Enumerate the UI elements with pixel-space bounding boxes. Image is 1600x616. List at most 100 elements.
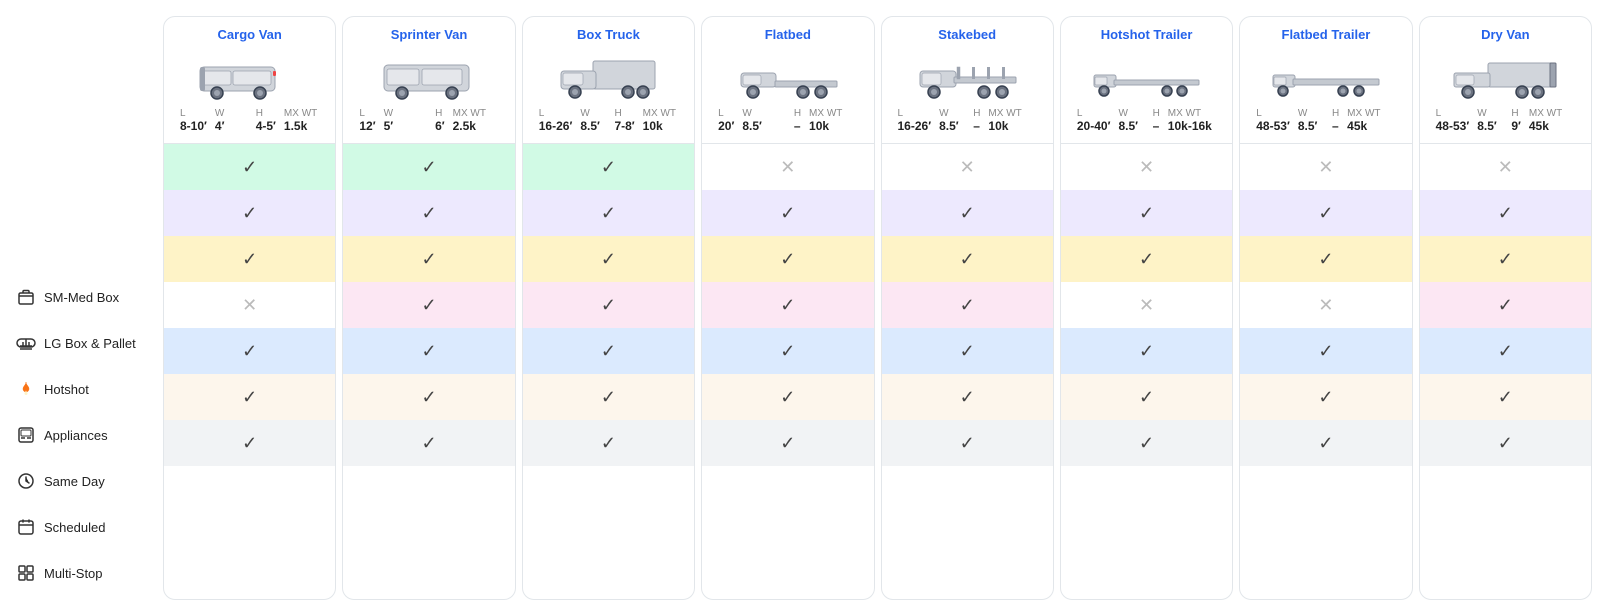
column-dry-van: Dry Van L48-53′ W8.5′ H9′ MX WT45k ✕ ✓ [1419,16,1592,600]
cell-hotshot-trailer-same-day: ✓ [1061,328,1232,374]
col-title-stakebed: Stakebed [938,27,996,42]
specs-stakebed: L16-26′ W8.5′ H– MX WT10k [890,106,1045,135]
cell-stakebed-same-day: ✓ [882,328,1053,374]
cell-box-truck-scheduled: ✓ [523,374,694,420]
multi-stop-icon [16,563,36,583]
sidebar-item-scheduled[interactable]: Scheduled [8,504,163,550]
col-header-stakebed: Stakebed L16-26′ W8.5′ H– MX WT10k [882,17,1053,144]
col-title-cargo-van: Cargo Van [218,27,282,42]
cell-flatbed-trailer-appliances: ✕ [1240,282,1411,328]
vehicle-image-stakebed [890,48,1045,100]
column-flatbed-trailer: Flatbed Trailer L48-53′ W8.5′ H– MX WT45… [1239,16,1412,600]
sidebar-item-sm-med-box[interactable]: SM-Med Box [8,274,163,320]
col-title-flatbed-trailer: Flatbed Trailer [1282,27,1371,42]
cell-stakebed-lg-box-pallet: ✓ [882,190,1053,236]
sidebar-label-hotshot: Hotshot [44,382,89,397]
specs-flatbed: L20′ W8.5′ H– MX WT10k [710,106,865,135]
sidebar-label-appliances: Appliances [44,428,108,443]
column-flatbed: Flatbed L20′ W8.5′ H– MX WT10k ✕ ✓ ✓ [701,16,874,600]
cell-hotshot-trailer-scheduled: ✓ [1061,374,1232,420]
cell-cargo-van-multi-stop: ✓ [164,420,335,466]
cell-stakebed-appliances: ✓ [882,282,1053,328]
vehicle-image-hotshot-trailer [1069,48,1224,100]
sidebar-item-hotshot[interactable]: Hotshot [8,366,163,412]
sidebar-item-multi-stop[interactable]: Multi-Stop [8,550,163,596]
vehicle-image-flatbed [710,48,865,100]
column-cargo-van: Cargo Van L8-10′ W4′ H4-5′ MX WT1.5k ✓ ✓ [163,16,336,600]
cell-cargo-van-scheduled: ✓ [164,374,335,420]
cell-dry-van-sm-med-box: ✕ [1420,144,1591,190]
col-title-hotshot-trailer: Hotshot Trailer [1101,27,1193,42]
col-title-sprinter-van: Sprinter Van [391,27,468,42]
col-header-hotshot-trailer: Hotshot Trailer L20-40′ W8.5′ H– MX WT10… [1061,17,1232,144]
cell-dry-van-scheduled: ✓ [1420,374,1591,420]
cell-box-truck-lg-box-pallet: ✓ [523,190,694,236]
vehicle-image-flatbed-trailer [1248,48,1403,100]
vehicle-image-box-truck [531,48,686,100]
vehicle-columns: Cargo Van L8-10′ W4′ H4-5′ MX WT1.5k ✓ ✓ [163,16,1592,600]
cell-dry-van-same-day: ✓ [1420,328,1591,374]
cell-sprinter-van-sm-med-box: ✓ [343,144,514,190]
cell-hotshot-trailer-hotshot: ✓ [1061,236,1232,282]
cell-cargo-van-hotshot: ✓ [164,236,335,282]
cell-stakebed-multi-stop: ✓ [882,420,1053,466]
specs-hotshot-trailer: L20-40′ W8.5′ H– MX WT10k-16k [1069,106,1224,135]
cell-cargo-van-same-day: ✓ [164,328,335,374]
sidebar-item-same-day[interactable]: Same Day [8,458,163,504]
cell-sprinter-van-appliances: ✓ [343,282,514,328]
specs-box-truck: L16-26′ W8.5′ H7-8′ MX WT10k [531,106,686,135]
cell-flatbed-sm-med-box: ✕ [702,144,873,190]
col-title-dry-van: Dry Van [1481,27,1529,42]
cell-dry-van-appliances: ✓ [1420,282,1591,328]
cell-hotshot-trailer-lg-box-pallet: ✓ [1061,190,1232,236]
specs-dry-van: L48-53′ W8.5′ H9′ MX WT45k [1428,106,1583,135]
col-header-flatbed: Flatbed L20′ W8.5′ H– MX WT10k [702,17,873,144]
cell-hotshot-trailer-multi-stop: ✓ [1061,420,1232,466]
specs-flatbed-trailer: L48-53′ W8.5′ H– MX WT45k [1248,106,1403,135]
vehicle-image-cargo-van [172,48,327,100]
cell-flatbed-trailer-sm-med-box: ✕ [1240,144,1411,190]
cell-flatbed-trailer-lg-box-pallet: ✓ [1240,190,1411,236]
vehicle-image-dry-van [1428,48,1583,100]
column-sprinter-van: Sprinter Van L12′ W5′ H6′ MX WT2.5k ✓ ✓ [342,16,515,600]
column-stakebed: Stakebed L16-26′ W8.5′ H– MX WT10k ✕ ✓ [881,16,1054,600]
cell-flatbed-trailer-scheduled: ✓ [1240,374,1411,420]
sidebar-label-multi-stop: Multi-Stop [44,566,103,581]
col-title-flatbed: Flatbed [765,27,811,42]
cell-box-truck-multi-stop: ✓ [523,420,694,466]
cell-sprinter-van-same-day: ✓ [343,328,514,374]
cell-dry-van-lg-box-pallet: ✓ [1420,190,1591,236]
appliances-icon [16,425,36,445]
col-title-box-truck: Box Truck [577,27,640,42]
cell-sprinter-van-multi-stop: ✓ [343,420,514,466]
sidebar-item-lg-box-pallet[interactable]: LG Box & Pallet [8,320,163,366]
cell-dry-van-multi-stop: ✓ [1420,420,1591,466]
sidebar-label-lg-box-pallet: LG Box & Pallet [44,336,136,351]
pallet-icon [16,333,36,353]
cell-flatbed-trailer-same-day: ✓ [1240,328,1411,374]
col-header-flatbed-trailer: Flatbed Trailer L48-53′ W8.5′ H– MX WT45… [1240,17,1411,144]
cell-flatbed-trailer-multi-stop: ✓ [1240,420,1411,466]
column-box-truck: Box Truck L16-26′ W8.5′ H7-8′ MX WT10k ✓… [522,16,695,600]
cell-box-truck-hotshot: ✓ [523,236,694,282]
sidebar-label-same-day: Same Day [44,474,105,489]
clock-icon [16,471,36,491]
cell-flatbed-same-day: ✓ [702,328,873,374]
box-icon [16,287,36,307]
cell-flatbed-scheduled: ✓ [702,374,873,420]
hotshot-icon [16,379,36,399]
sidebar-item-appliances[interactable]: Appliances [8,412,163,458]
sidebar-label-scheduled: Scheduled [44,520,105,535]
column-hotshot-trailer: Hotshot Trailer L20-40′ W8.5′ H– MX WT10… [1060,16,1233,600]
cell-flatbed-multi-stop: ✓ [702,420,873,466]
cell-flatbed-lg-box-pallet: ✓ [702,190,873,236]
cell-hotshot-trailer-sm-med-box: ✕ [1061,144,1232,190]
cell-flatbed-appliances: ✓ [702,282,873,328]
sidebar-label-sm-med-box: SM-Med Box [44,290,119,305]
cell-box-truck-appliances: ✓ [523,282,694,328]
col-header-cargo-van: Cargo Van L8-10′ W4′ H4-5′ MX WT1.5k [164,17,335,144]
cell-sprinter-van-hotshot: ✓ [343,236,514,282]
sidebar: SM-Med Box LG Box & Pallet Hotshot Appli… [8,16,163,600]
cell-dry-van-hotshot: ✓ [1420,236,1591,282]
cell-flatbed-hotshot: ✓ [702,236,873,282]
